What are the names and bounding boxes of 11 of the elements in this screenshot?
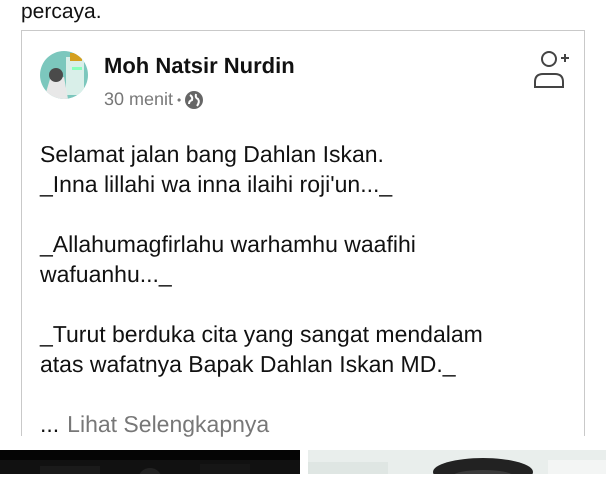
post-paragraph: _Turut berduka cita yang sangat mendalam atas wafatnya Bapak Dahlan Iskan MD._ [40,320,484,379]
article-text: percaya. [21,0,103,25]
globe-icon [185,90,204,108]
post-paragraph: _Allahumagfirlahu warhamhu waafihi wafuanhu..._ [40,230,417,289]
ellipsis: ... [40,410,60,439]
post-paragraph: Selamat jalan bang Dahlan Iskan. _Inna lillahi wa inna ilaihi roji'un..._ [40,140,394,199]
separator-dot: • [177,92,182,108]
add-friend-icon[interactable] [532,49,570,89]
author-name[interactable]: Moh Natsir Nurdin [104,49,532,82]
see-more-link[interactable]: Lihat Selengkapnya [67,409,270,439]
post-time[interactable]: 30 menit [104,86,174,113]
